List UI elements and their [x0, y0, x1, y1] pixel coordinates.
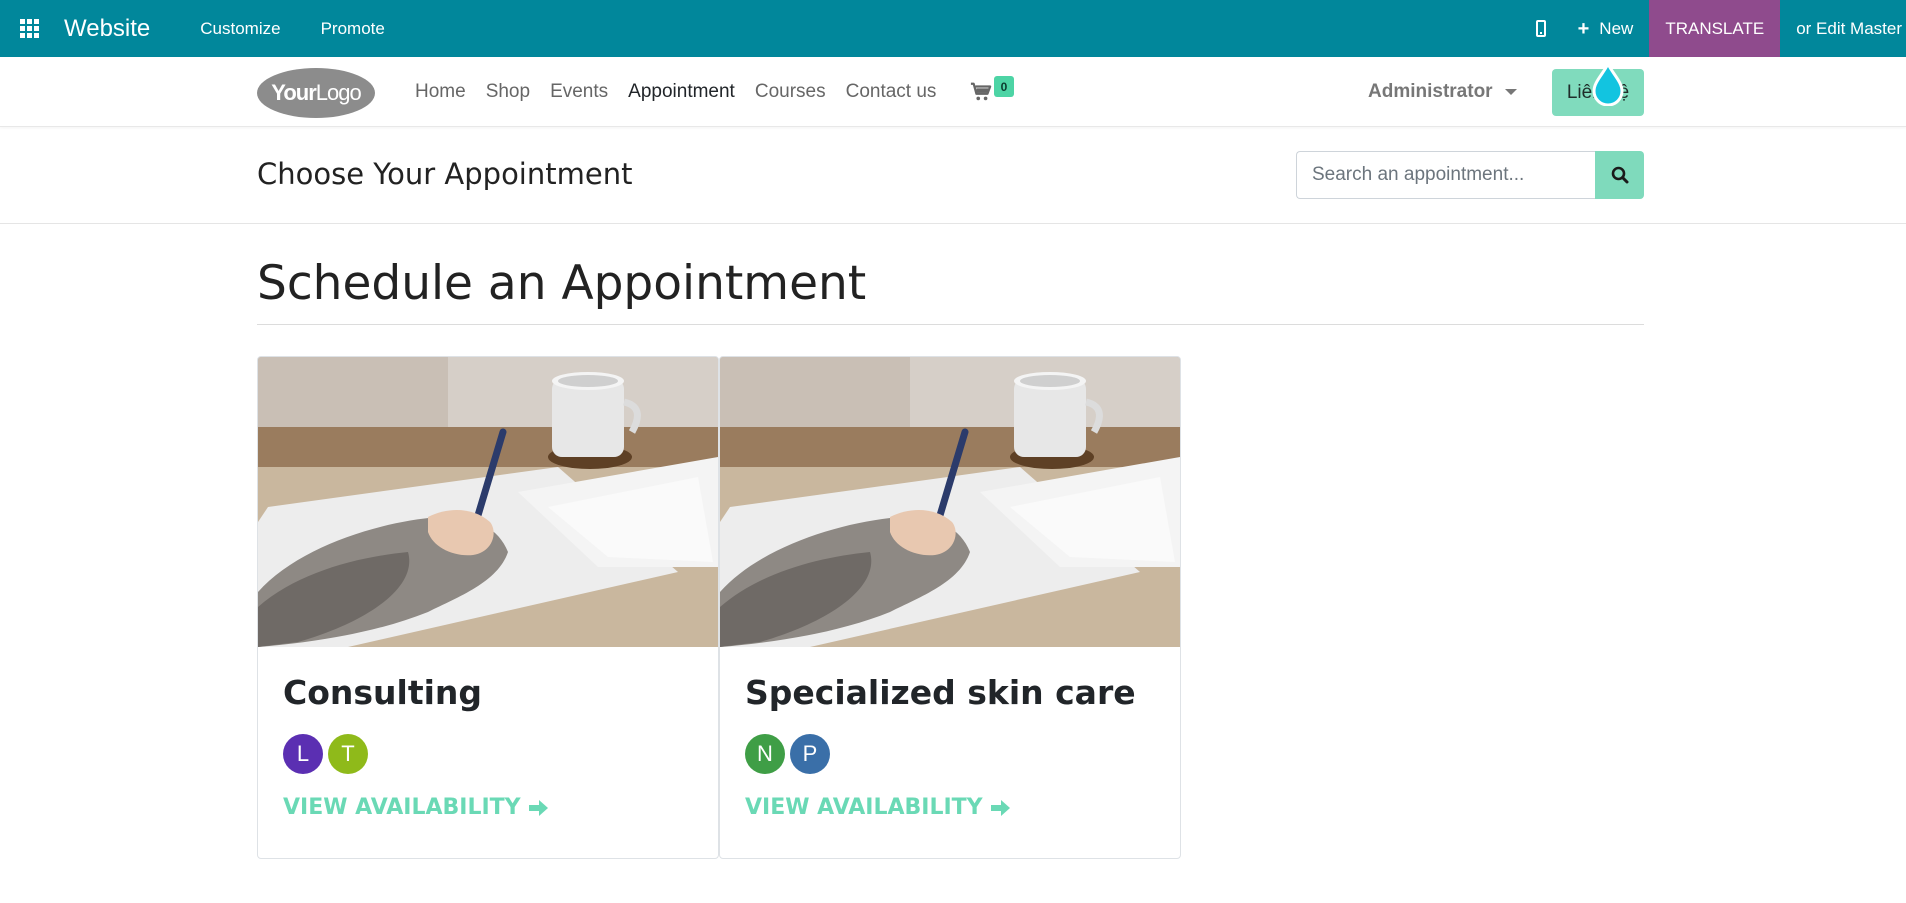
main-heading: Schedule an Appointment [257, 256, 867, 311]
cart-link[interactable]: 0 [970, 76, 1020, 106]
nav-item-home[interactable]: Home [415, 81, 466, 103]
admin-bar: Website Customize Promote + New TRANSLAT… [0, 0, 1906, 57]
card-image [720, 357, 1180, 647]
site-logo[interactable]: Your Logo [257, 68, 375, 118]
staff-avatars: N P [745, 734, 835, 774]
heading-divider [257, 324, 1644, 325]
search-icon [1611, 166, 1628, 184]
nav-item-courses[interactable]: Courses [755, 81, 826, 103]
arrow-right-icon [990, 799, 1010, 816]
plus-icon: + [1577, 17, 1590, 40]
arrow-right-icon [528, 799, 548, 816]
apps-icon[interactable] [0, 0, 58, 57]
card-image [258, 357, 718, 647]
page-title: Choose Your Appointment [257, 157, 633, 191]
nav-item-appointment[interactable]: Appointment [628, 81, 735, 103]
appointment-card-skin-care[interactable]: Specialized skin care N P VIEW AVAILABIL… [719, 356, 1181, 859]
search-input[interactable] [1296, 151, 1595, 199]
avatar: T [328, 734, 368, 774]
new-button-label: New [1599, 18, 1634, 38]
view-availability-link[interactable]: VIEW AVAILABILITY [283, 795, 549, 820]
card-title: Consulting [283, 673, 483, 712]
nav-item-shop[interactable]: Shop [486, 81, 530, 103]
customize-menu[interactable]: Customize [200, 19, 280, 39]
translate-button[interactable]: TRANSLATE [1649, 0, 1781, 57]
search-button[interactable] [1595, 151, 1644, 199]
view-availability-link[interactable]: VIEW AVAILABILITY [745, 795, 1011, 820]
search-bar [1296, 151, 1644, 199]
new-button[interactable]: + New [1566, 0, 1650, 57]
view-availability-label: VIEW AVAILABILITY [745, 795, 983, 820]
avatar: N [745, 734, 785, 774]
cart-icon [970, 82, 992, 101]
promote-menu[interactable]: Promote [321, 19, 385, 39]
avatar: P [790, 734, 830, 774]
logo-text-thin: Logo [315, 80, 362, 105]
nav-item-events[interactable]: Events [550, 81, 608, 103]
caret-down-icon [1504, 89, 1517, 95]
view-availability-label: VIEW AVAILABILITY [283, 795, 521, 820]
cart-count-badge: 0 [994, 76, 1014, 97]
nav-item-contact-us[interactable]: Contact us [846, 81, 937, 103]
user-menu[interactable]: Administrator [1368, 57, 1517, 127]
drop-icon [1592, 62, 1624, 106]
appointment-card-consulting[interactable]: Consulting L T VIEW AVAILABILITY [257, 356, 719, 859]
user-name: Administrator [1368, 81, 1493, 102]
main-nav: Home Shop Events Appointment Courses Con… [415, 57, 956, 127]
staff-avatars: L T [283, 734, 373, 774]
edit-master-link[interactable]: or Edit Master [1780, 19, 1906, 39]
appointment-subheader: Choose Your Appointment [0, 127, 1906, 224]
app-brand[interactable]: Website [64, 15, 150, 43]
logo-text-bold: Your [271, 80, 316, 105]
mobile-preview-icon[interactable] [1516, 0, 1566, 57]
card-title: Specialized skin care [745, 673, 1136, 712]
avatar: L [283, 734, 323, 774]
